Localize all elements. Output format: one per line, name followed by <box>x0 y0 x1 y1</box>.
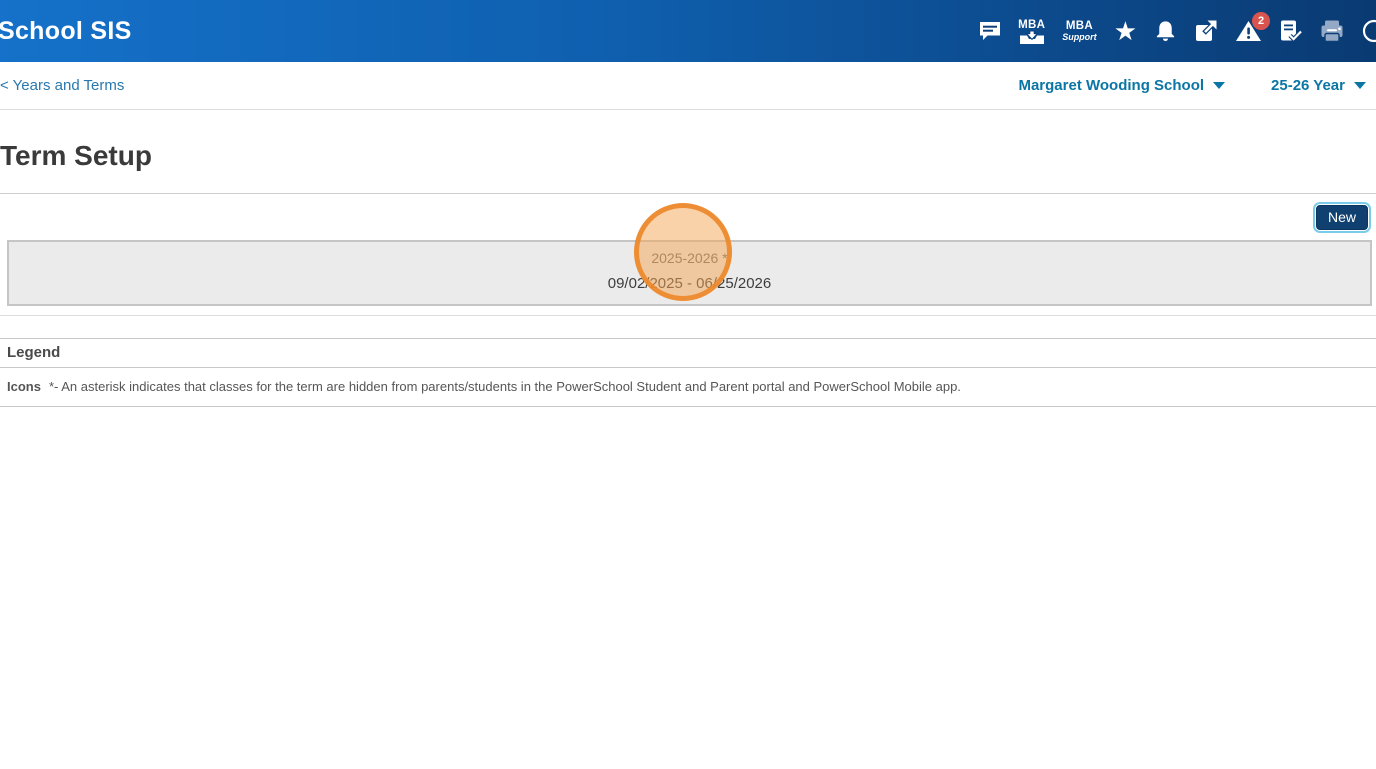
chat-icon[interactable] <box>979 21 1001 42</box>
title-section: Term Setup <box>0 110 1376 194</box>
divider <box>0 315 1376 316</box>
mba-support-sublabel: Support <box>1062 32 1097 42</box>
legend-icons-text: *- An asterisk indicates that classes fo… <box>48 379 961 394</box>
report-check-icon[interactable] <box>1279 19 1302 43</box>
legend-icons-label: Icons <box>7 379 41 394</box>
legend-body: Icons *- An asterisk indicates that class… <box>0 368 1376 407</box>
external-link-icon[interactable] <box>1194 19 1218 43</box>
app-logo[interactable]: School SIS <box>0 17 132 46</box>
header-icon-bar: MBA MBA Support ★ 2 <box>979 12 1376 44</box>
year-selector[interactable]: 25-26 Year <box>1271 77 1366 94</box>
year-selector-label: 25-26 Year <box>1271 77 1345 94</box>
mba-label: MBA <box>1018 18 1046 31</box>
mba-support-label: MBA <box>1065 20 1093 32</box>
notifications-bell-icon[interactable] <box>1154 19 1177 43</box>
alert-count-badge: 2 <box>1252 12 1270 30</box>
breadcrumb-years-and-terms[interactable]: < Years and Terms <box>0 77 124 94</box>
page-title: Term Setup <box>0 140 152 171</box>
school-selector[interactable]: Margaret Wooding School <box>1018 77 1226 94</box>
chevron-down-icon <box>1213 82 1226 89</box>
mba-support-icon[interactable]: MBA Support <box>1062 20 1097 42</box>
help-icon[interactable] <box>1362 19 1376 43</box>
context-bar: < Years and Terms Margaret Wooding Schoo… <box>0 62 1376 110</box>
app-header: School SIS MBA MBA Support ★ 2 <box>0 0 1376 62</box>
legend-heading: Legend <box>0 338 1376 368</box>
term-name-link[interactable]: 2025-2026 * <box>651 246 727 271</box>
chevron-down-icon <box>1354 82 1366 89</box>
favorites-star-icon[interactable]: ★ <box>1114 18 1137 44</box>
context-selectors: Margaret Wooding School 25-26 Year <box>1018 77 1366 94</box>
new-term-button[interactable]: New <box>1312 202 1372 233</box>
alerts-triangle-icon[interactable]: 2 <box>1235 12 1270 43</box>
actions-row: New <box>0 194 1376 240</box>
mba-inbox-icon[interactable]: MBA <box>1018 19 1045 44</box>
term-row[interactable]: 2025-2026 * 09/02/2025 - 06/25/2026 <box>7 240 1372 306</box>
term-date-range: 09/02/2025 - 06/25/2026 <box>607 275 772 292</box>
school-selector-label: Margaret Wooding School <box>1018 77 1205 94</box>
printer-icon[interactable] <box>1319 19 1345 43</box>
